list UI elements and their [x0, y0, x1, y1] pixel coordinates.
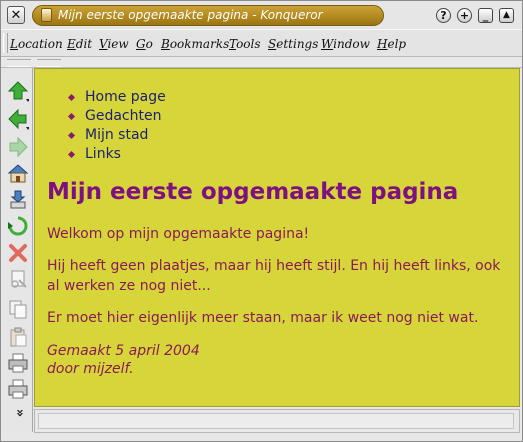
- home-icon[interactable]: [7, 162, 29, 184]
- konqueror-window: ✕ Mijn eerste opgemaakte pagina - Konque…: [0, 0, 523, 442]
- help-icon[interactable]: ?: [436, 8, 451, 23]
- nav-list: Home page Gedachten Mijn stad Links: [65, 88, 166, 164]
- status-bar: [34, 409, 520, 433]
- menu-window-accel: W: [321, 37, 334, 51]
- maximize-icon[interactable]: ▲: [499, 8, 514, 23]
- print-icon[interactable]: [7, 352, 29, 374]
- menu-bookmarks[interactable]: Bookmarks: [161, 37, 229, 51]
- menu-settings-accel: S: [268, 37, 277, 51]
- close-icon[interactable]: ✕: [7, 6, 25, 24]
- paste-icon[interactable]: [7, 326, 29, 348]
- menu-edit[interactable]: Edit: [67, 37, 92, 51]
- page-heading: Mijn eerste opgemaakte pagina: [47, 179, 459, 205]
- document-icon: [41, 8, 52, 22]
- menu-help-label: elp: [387, 37, 407, 51]
- more-chevron-icon[interactable]: »: [9, 402, 27, 424]
- nav-link-home[interactable]: Home page: [65, 88, 166, 107]
- nav-link-mijn-stad[interactable]: Mijn stad: [65, 126, 166, 145]
- back-arrow-icon[interactable]: [7, 108, 29, 130]
- cut-icon[interactable]: [7, 268, 29, 290]
- download-icon[interactable]: [7, 188, 29, 210]
- menubar-handle[interactable]: [3, 33, 8, 53]
- sticky-icon[interactable]: +: [457, 8, 472, 23]
- status-field: [38, 413, 514, 429]
- up-arrow-icon[interactable]: [7, 80, 29, 102]
- paragraph-style: Hij heeft geen plaatjes, maar hij heeft …: [47, 258, 501, 294]
- menu-view[interactable]: View: [99, 37, 129, 51]
- menu-location-accel: L: [10, 37, 18, 51]
- paragraph-more: Er moet hier eigenlijk meer staan, maar …: [47, 310, 479, 326]
- nav-link-links[interactable]: Links: [65, 145, 166, 164]
- menu-tools[interactable]: Tools: [229, 37, 261, 51]
- copy-icon[interactable]: [7, 298, 29, 320]
- window-title: Mijn eerste opgemaakte pagina - Konquero…: [58, 8, 323, 22]
- collapsed-toolbars: [1, 57, 522, 68]
- nav-link-gedachten[interactable]: Gedachten: [65, 107, 166, 126]
- menu-bookmarks-label: ookmarks: [169, 37, 230, 51]
- page-content: Home page Gedachten Mijn stad Links Mijn…: [34, 68, 520, 407]
- menu-go[interactable]: Go: [136, 37, 153, 51]
- menu-view-label: iew: [107, 37, 129, 51]
- menu-edit-accel: E: [67, 37, 76, 51]
- menu-settings[interactable]: Settings: [268, 37, 318, 51]
- title-bar[interactable]: ✕ Mijn eerste opgemaakte pagina - Konque…: [1, 1, 522, 29]
- menu-bookmarks-accel: B: [161, 37, 170, 51]
- window-title-pill[interactable]: Mijn eerste opgemaakte pagina - Konquero…: [32, 5, 384, 26]
- menu-bar: Location Edit View Go Bookmarks Tools Se…: [1, 29, 522, 57]
- stop-icon[interactable]: [7, 242, 29, 264]
- menu-tools-label: ools: [236, 37, 261, 51]
- print-preview-icon[interactable]: [7, 378, 29, 400]
- paragraph-welcome: Welkom op mijn opgemaakte pagina!: [47, 226, 310, 242]
- footer-date: Gemaakt 5 april 2004: [47, 343, 200, 359]
- menu-location-label: ocation: [17, 37, 63, 51]
- toolbar-handle-location[interactable]: [37, 59, 61, 67]
- vertical-toolbar: »: [1, 68, 33, 432]
- menu-window-label: indow: [333, 37, 370, 51]
- toolbar-handle-main[interactable]: [7, 59, 31, 67]
- minimize-icon[interactable]: _: [478, 8, 493, 23]
- footer-author: door mijzelf.: [47, 361, 134, 377]
- menu-help[interactable]: Help: [377, 37, 406, 51]
- menu-edit-label: dit: [75, 37, 93, 51]
- menu-settings-label: ettings: [276, 37, 319, 51]
- menu-go-label: o: [145, 37, 153, 51]
- menu-location[interactable]: Location: [10, 37, 63, 51]
- reload-icon[interactable]: [7, 215, 29, 237]
- forward-arrow-icon[interactable]: [7, 136, 29, 158]
- menu-window[interactable]: Window: [321, 37, 370, 51]
- menu-help-accel: H: [377, 37, 388, 51]
- menu-go-accel: G: [136, 37, 146, 51]
